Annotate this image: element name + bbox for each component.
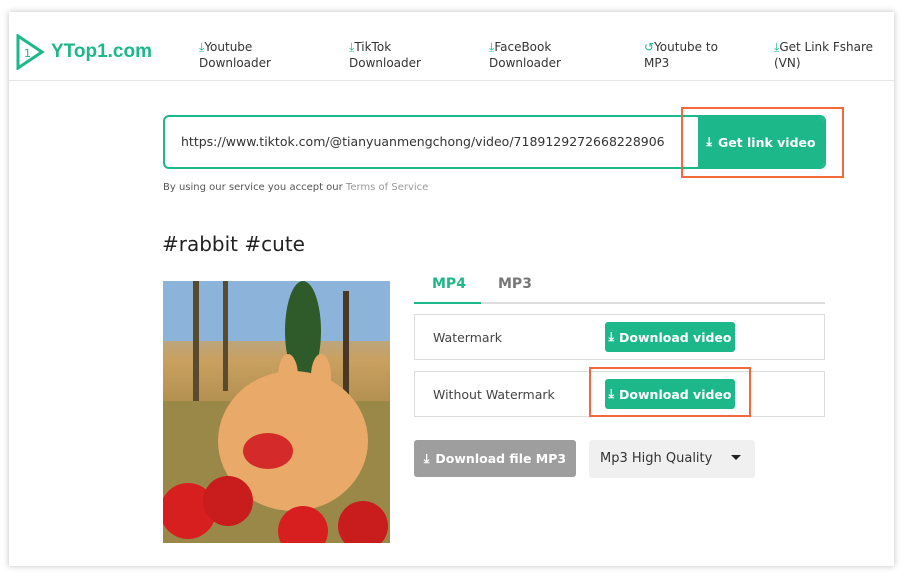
download-icon: ⤓ xyxy=(423,450,430,466)
mp3-quality-select[interactable]: Mp3 High Quality xyxy=(589,440,755,478)
video-title: #rabbit #cute xyxy=(162,232,305,256)
download-icon: ⤓ xyxy=(608,329,615,344)
nav-label: FaceBook xyxy=(494,40,552,54)
nav-youtube-to-mp3[interactable]: ↺Youtube to MP3 xyxy=(644,39,718,71)
nav-label: Downloader xyxy=(199,56,271,70)
svg-text:1: 1 xyxy=(24,47,31,60)
highlight-box xyxy=(681,107,844,178)
row-label: Without Watermark xyxy=(433,387,555,402)
button-label: Download file MP3 xyxy=(435,451,567,466)
active-tab-indicator xyxy=(414,302,481,304)
select-value: Mp3 High Quality xyxy=(600,451,713,466)
tab-mp3[interactable]: MP3 xyxy=(498,276,532,292)
convert-icon: ↺ xyxy=(644,40,655,54)
nav-label: Youtube to xyxy=(654,40,718,54)
watermark-row: Watermark ⤓ Download video xyxy=(414,314,825,360)
logo-icon: 1 xyxy=(16,34,45,70)
nav-facebook-downloader[interactable]: ⤓FaceBook Downloader xyxy=(489,39,561,71)
row-label: Watermark xyxy=(433,330,502,345)
nav-label: MP3 xyxy=(644,56,670,70)
button-label: Download video xyxy=(619,329,732,345)
page-frame: 1 YTop1.com ⤓ Youtube Downloader ⤓ TikTok Do… xyxy=(9,12,894,566)
nav-label: Downloader xyxy=(489,56,561,70)
caret-down-icon xyxy=(731,455,741,460)
logo[interactable]: 1 YTop1.com xyxy=(15,34,152,70)
download-mp3-button[interactable]: ⤓ Download file MP3 xyxy=(414,440,576,477)
nav-label: TikTok xyxy=(354,40,392,54)
nav-label: (VN) xyxy=(774,56,801,70)
terms-link[interactable]: Terms of Service xyxy=(346,182,428,193)
terms-label: By using our service you accept our xyxy=(163,182,346,193)
nav-get-link-fshare[interactable]: ⤓Get Link Fshare (VN) xyxy=(774,39,873,71)
logo-text: YTop1.com xyxy=(51,41,152,62)
nav-label: Downloader xyxy=(349,56,421,70)
nav-tiktok-downloader[interactable]: ⤓TikTok Downloader xyxy=(349,39,421,71)
nav-label: Get Link Fshare xyxy=(779,40,874,54)
terms-text: By using our service you accept our Term… xyxy=(163,182,428,193)
nav-youtube-downloader[interactable]: ⤓Youtube Downloader xyxy=(199,39,271,71)
format-tabs: MP4 MP3 xyxy=(414,274,825,304)
highlight-box xyxy=(589,367,751,417)
url-input[interactable]: https://www.tiktok.com/@tianyuanmengchon… xyxy=(181,134,665,149)
header: 1 YTop1.com ⤓Youtube Downloader ⤓TikTok Do… xyxy=(9,12,894,81)
download-watermark-button[interactable]: ⤓ Download video xyxy=(605,322,735,352)
rabbit-image xyxy=(163,281,390,543)
tab-mp4[interactable]: MP4 xyxy=(432,276,466,292)
nav-label: Youtube xyxy=(204,40,253,54)
video-thumbnail xyxy=(163,281,390,543)
